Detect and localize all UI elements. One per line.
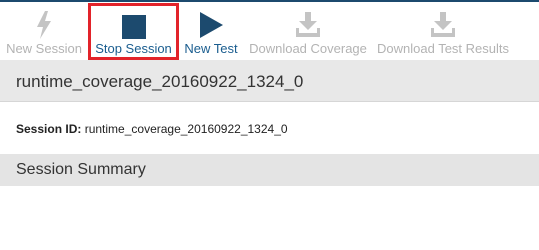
download-test-results-button[interactable]: Download Test Results xyxy=(372,2,514,60)
session-summary-title: Session Summary xyxy=(16,161,146,178)
new-session-label: New Session xyxy=(6,41,82,56)
download-test-results-label: Download Test Results xyxy=(377,41,509,56)
session-id-row: Session ID: runtime_coverage_20160922_13… xyxy=(16,122,288,136)
download-icon xyxy=(245,10,371,40)
stop-icon xyxy=(91,12,176,42)
session-title: runtime_coverage_20160922_1324_0 xyxy=(16,72,304,91)
play-icon xyxy=(179,10,243,40)
stop-session-button[interactable]: Stop Session xyxy=(88,3,179,60)
lightning-icon xyxy=(0,10,88,40)
download-icon xyxy=(372,10,514,40)
download-coverage-label: Download Coverage xyxy=(249,41,367,56)
new-test-button[interactable]: New Test xyxy=(179,2,243,60)
session-id-value: runtime_coverage_20160922_1324_0 xyxy=(84,122,288,136)
session-summary-header: Session Summary xyxy=(0,154,539,186)
download-coverage-button[interactable]: Download Coverage xyxy=(245,2,371,60)
session-title-bar: runtime_coverage_20160922_1324_0 xyxy=(0,60,539,102)
toolbar: New Session Stop Session New Test Downlo… xyxy=(0,2,539,60)
stop-session-label: Stop Session xyxy=(95,41,172,56)
new-test-label: New Test xyxy=(184,41,238,56)
session-id-label: Session ID: xyxy=(16,122,82,136)
new-session-button[interactable]: New Session xyxy=(0,2,88,60)
